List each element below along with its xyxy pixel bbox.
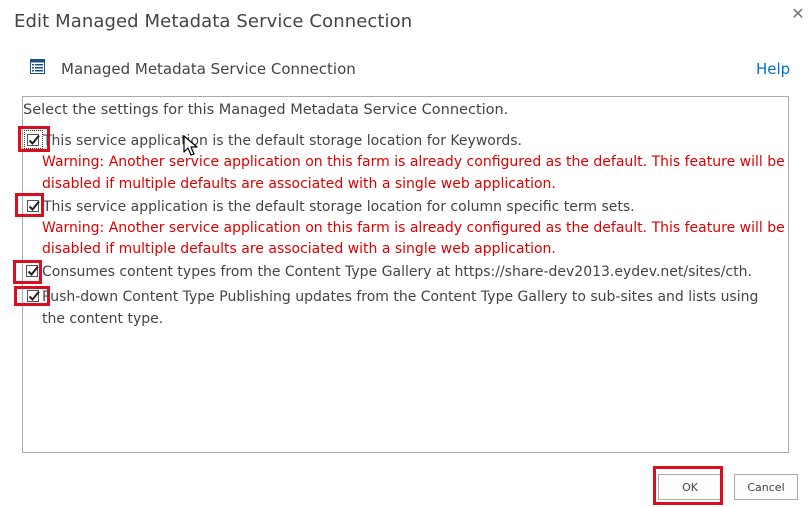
keywords-warning-line2: disabled if multiple defaults are associ… [42,176,556,192]
termsets-default-label: This service application is the default … [43,199,635,215]
termsets-warning-line1: Warning: Another service application on … [42,220,785,236]
cancel-button[interactable]: Cancel [734,474,798,500]
keywords-default-checkbox[interactable] [27,134,40,146]
termsets-warning-line2: disabled if multiple defaults are associ… [42,241,556,257]
edit-service-connection-dialog: Edit Managed Metadata Service Connection… [0,0,810,507]
properties-list-icon [30,59,45,74]
consumes-content-types-label: Consumes content types from the Content … [42,264,752,280]
dialog-title: Edit Managed Metadata Service Connection [14,11,413,32]
section-title: Managed Metadata Service Connection [61,60,356,78]
pushdown-publishing-checkbox[interactable] [27,290,40,302]
keywords-warning-line1: Warning: Another service application on … [42,154,785,170]
checkmark-icon [28,200,40,211]
checkmark-icon [28,290,40,301]
keywords-default-label: This service application is the default … [43,133,522,149]
pushdown-publishing-label-line2: the content type. [42,311,164,327]
checkmark-icon [27,265,39,276]
ok-button[interactable]: OK [658,474,722,500]
termsets-default-checkbox[interactable] [27,200,40,212]
pushdown-publishing-label-line1: Push-down Content Type Publishing update… [42,289,759,305]
checkmark-icon [28,134,40,145]
close-icon[interactable]: ✕ [788,4,808,24]
consumes-content-types-checkbox[interactable] [26,265,39,277]
help-link[interactable]: Help [756,60,790,78]
settings-intro: Select the settings for this Managed Met… [23,102,509,118]
